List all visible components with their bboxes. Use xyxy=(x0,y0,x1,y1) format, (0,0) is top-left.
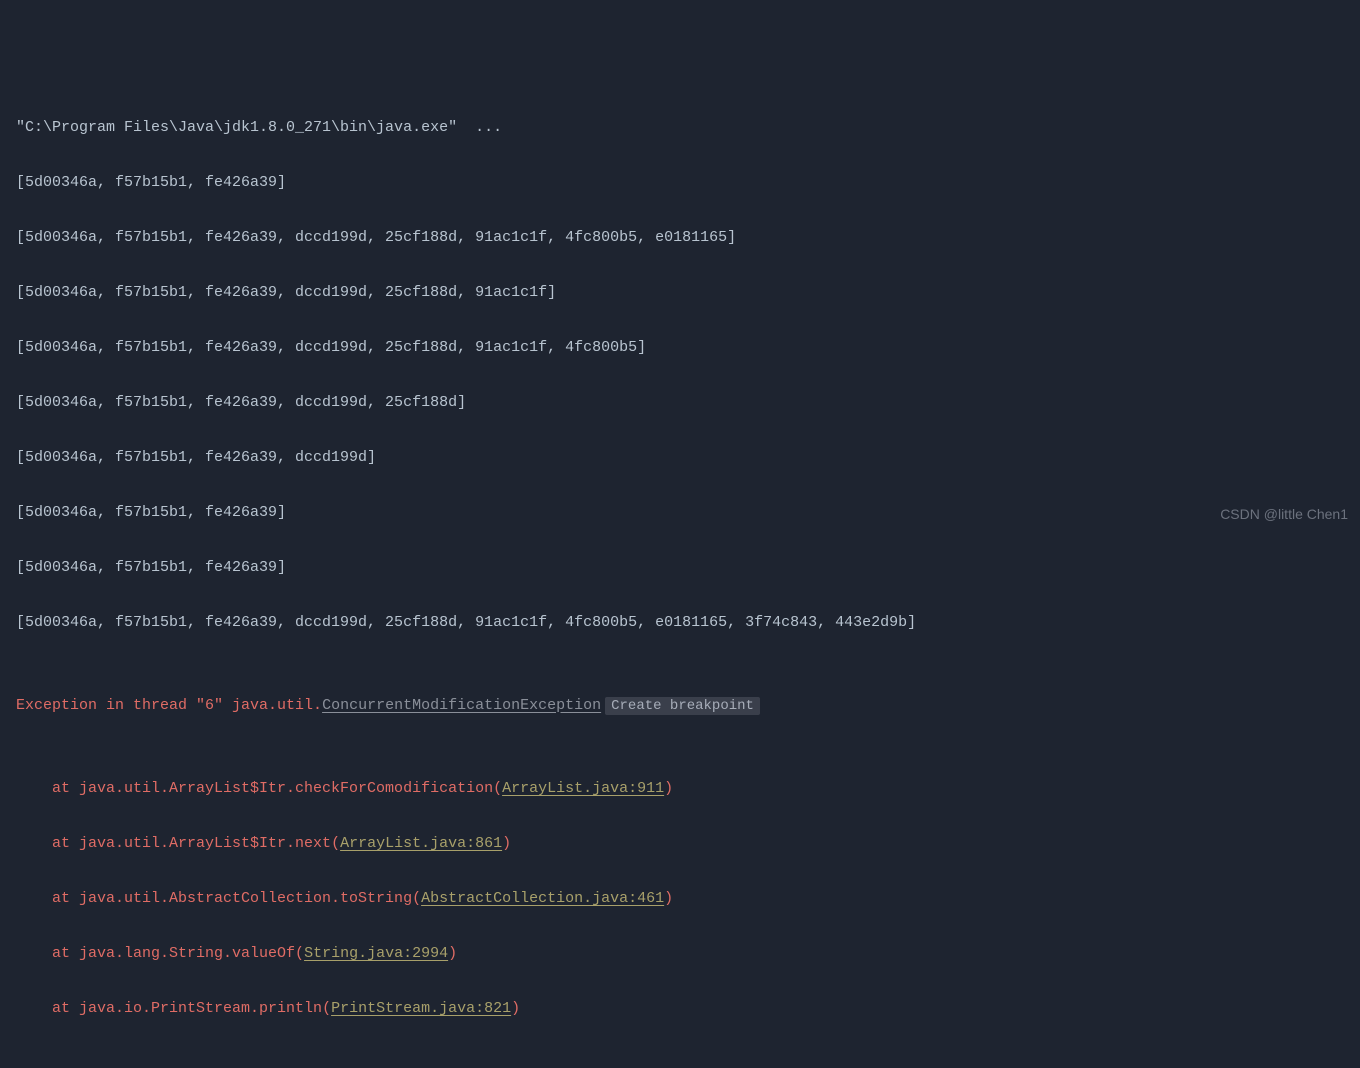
output-line: [5d00346a, f57b15b1, fe426a39, dccd199d,… xyxy=(16,279,1360,307)
output-line: [5d00346a, f57b15b1, fe426a39, dccd199d] xyxy=(16,444,1360,472)
command-line: "C:\Program Files\Java\jdk1.8.0_271\bin\… xyxy=(16,114,1360,142)
output-line: [5d00346a, f57b15b1, fe426a39, dccd199d,… xyxy=(16,389,1360,417)
stack-frame: at java.lang.String.valueOf(String.java:… xyxy=(16,940,1360,968)
output-line: [5d00346a, f57b15b1, fe426a39, dccd199d,… xyxy=(16,334,1360,362)
source-link[interactable]: String.java:2994 xyxy=(304,945,448,962)
source-link[interactable]: ArrayList.java:911 xyxy=(502,780,664,797)
output-line: [5d00346a, f57b15b1, fe426a39, dccd199d,… xyxy=(16,609,1360,637)
stack-frame: at java.util.ArrayList$Itr.checkForComod… xyxy=(16,775,1360,803)
exception-header: Exception in thread "6" java.util.Concur… xyxy=(16,692,1360,721)
exception-prefix: Exception in thread "6" java.util. xyxy=(16,697,322,714)
stack-frame: at java.util.AbstractCollection.toString… xyxy=(16,885,1360,913)
source-link[interactable]: ArrayList.java:861 xyxy=(340,835,502,852)
output-line: [5d00346a, f57b15b1, fe426a39] xyxy=(16,499,1360,527)
stack-frame: at java.io.PrintStream.println(PrintStre… xyxy=(16,995,1360,1023)
exception-class-link[interactable]: ConcurrentModificationException xyxy=(322,697,601,714)
source-link[interactable]: AbstractCollection.java:461 xyxy=(421,890,664,907)
source-link[interactable]: PrintStream.java:821 xyxy=(331,1000,511,1017)
output-line: [5d00346a, f57b15b1, fe426a39] xyxy=(16,169,1360,197)
stack-frame: at java.util.ArrayList$Itr.next(ArrayLis… xyxy=(16,830,1360,858)
create-breakpoint-button[interactable]: Create breakpoint xyxy=(605,697,760,715)
output-line: [5d00346a, f57b15b1, fe426a39, dccd199d,… xyxy=(16,224,1360,252)
output-line: [5d00346a, f57b15b1, fe426a39] xyxy=(16,554,1360,582)
watermark: CSDN @little Chen1 xyxy=(1220,501,1348,529)
